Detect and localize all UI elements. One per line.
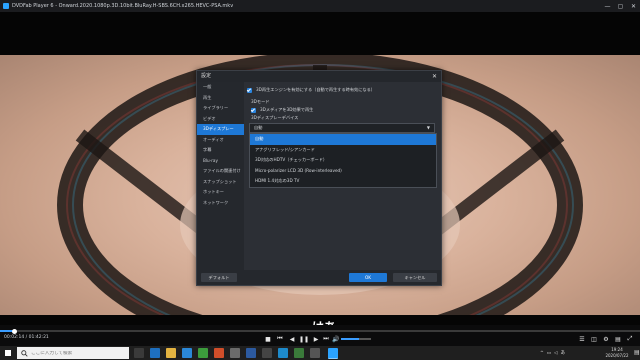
settings-icon[interactable]: ⚙: [602, 335, 610, 343]
play-3d-label: 3Dメディアを3D効果で再生: [260, 107, 314, 112]
sidebar-item-library[interactable]: ライブラリー: [197, 103, 244, 114]
clock-date: 2020/07/22: [605, 352, 629, 358]
edge-icon[interactable]: [150, 348, 160, 358]
cancel-button[interactable]: キャンセル: [393, 273, 437, 282]
maximize-button[interactable]: ▢: [614, 0, 627, 12]
forward-icon[interactable]: ▶: [312, 335, 320, 343]
menu-icon[interactable]: ☰: [578, 335, 586, 343]
app-icon[interactable]: [246, 348, 256, 358]
rewind-icon[interactable]: ◀: [288, 335, 296, 343]
default-button[interactable]: デフォルト: [201, 273, 237, 282]
device-label: 3Dディスプレーデバイス: [251, 115, 299, 120]
pause-icon[interactable]: ❚❚: [299, 335, 309, 343]
dialog-close-icon[interactable]: ✕: [432, 71, 437, 82]
device-option[interactable]: Micro-polarizer LCD 3D (Row-interleaved): [250, 166, 436, 177]
windows-icon: [5, 350, 11, 356]
previous-icon[interactable]: ⏮: [276, 335, 284, 343]
device-option[interactable]: 自動: [250, 134, 436, 145]
fullscreen-icon[interactable]: ⤢: [626, 335, 634, 343]
settings-dialog: 設定 ✕ 一般 再生 ライブラリー ビデオ 3Dディスプレー オーディオ 字幕 …: [196, 70, 442, 286]
title-bar: DVDFab Player 6 - Onward.2020.1080p.3D.1…: [0, 0, 640, 12]
clock[interactable]: 19:24 2020/07/22: [600, 347, 634, 358]
device-select-value: 自動: [254, 125, 263, 130]
device-option[interactable]: HDMI 1.4対応の3D TV: [250, 176, 436, 187]
dvdfab-player-taskbar-icon[interactable]: [328, 348, 338, 359]
dialog-title: 設定: [201, 73, 212, 79]
next-icon[interactable]: ⏭: [322, 335, 330, 343]
dialog-title-bar: 設定 ✕: [197, 71, 441, 82]
enable-3d-engine-checkbox[interactable]: [247, 87, 252, 93]
play-3d-checkbox[interactable]: [251, 107, 256, 113]
chevron-up-icon[interactable]: ^: [540, 351, 544, 356]
app-logo-icon: [3, 3, 9, 9]
task-view-icon[interactable]: [134, 348, 144, 358]
sidebar-item-snapshot[interactable]: スナップショット: [197, 177, 244, 188]
section-3d-mode: 3Dモード: [251, 99, 270, 104]
subtitle-icon[interactable]: ▤: [614, 335, 622, 343]
seek-bar[interactable]: [0, 330, 640, 332]
time-readout: 00:02:14 / 01:42:21: [4, 335, 49, 340]
search-input[interactable]: [31, 350, 121, 356]
taskbar-search[interactable]: [17, 347, 129, 359]
sidebar-item-general[interactable]: 一般: [197, 82, 244, 93]
app-icon[interactable]: [310, 348, 320, 358]
file-explorer-icon[interactable]: [166, 348, 176, 358]
sidebar-item-file-association[interactable]: ファイルの関連付け: [197, 166, 244, 177]
dialog-footer: デフォルト OK キャンセル: [197, 270, 441, 285]
network-icon[interactable]: ▭: [547, 351, 551, 356]
3d-icon[interactable]: ◫: [590, 335, 598, 343]
sidebar-item-network[interactable]: ネットワーク: [197, 198, 244, 209]
app-icon[interactable]: [214, 348, 224, 358]
speaker-icon[interactable]: ◁: [554, 351, 557, 356]
window-title: DVDFab Player 6 - Onward.2020.1080p.3D.1…: [12, 3, 234, 9]
app-icon[interactable]: [198, 348, 208, 358]
device-option[interactable]: 3D対応のHDTV（チェッカーボード）: [250, 155, 436, 166]
play-3d-row[interactable]: 3Dメディアを3D効果で再生: [251, 107, 313, 113]
enable-3d-engine-label: 3D再生エンジンを有効にする（自動で再生する時有効になる）: [256, 87, 375, 92]
store-icon[interactable]: [182, 348, 192, 358]
sidebar-item-bluray[interactable]: Blu-ray: [197, 156, 244, 167]
volume-level: [341, 338, 359, 340]
seek-handle[interactable]: [11, 328, 17, 334]
stop-icon[interactable]: ■: [264, 335, 272, 343]
sidebar-item-playback[interactable]: 再生: [197, 93, 244, 104]
video-area[interactable]: 設定 ✕ 一般 再生 ライブラリー ビデオ 3Dディスプレー オーディオ 字幕 …: [0, 12, 640, 332]
ok-button[interactable]: OK: [349, 273, 387, 282]
close-button[interactable]: ✕: [627, 0, 640, 12]
minimize-button[interactable]: —: [601, 0, 614, 12]
enable-3d-engine-row[interactable]: 3D再生エンジンを有効にする（自動で再生する時有効になる）: [247, 87, 375, 93]
taskbar: ^ ▭ ◁ あ 19:24 2020/07/22 ▤: [0, 346, 640, 360]
settings-sidebar: 一般 再生 ライブラリー ビデオ 3Dディスプレー オーディオ 字幕 Blu-r…: [197, 82, 244, 270]
chevron-down-icon: ▼: [426, 125, 430, 130]
device-options-list: 自動 アナグリフレッド/シアンカード 3D対応のHDTV（チェッカーボード） M…: [249, 133, 437, 188]
search-icon: [21, 349, 28, 357]
settings-content: 3D再生エンジンを有効にする（自動で再生する時有効になる） 3Dモード 3Dメデ…: [247, 85, 437, 265]
system-tray: ^ ▭ ◁ あ: [540, 346, 565, 360]
app-icon[interactable]: [294, 348, 304, 358]
notification-icon[interactable]: ▤: [634, 349, 640, 356]
ime-indicator[interactable]: あ: [561, 350, 566, 356]
start-button[interactable]: [0, 346, 16, 360]
device-option[interactable]: アナグリフレッド/シアンカード: [250, 145, 436, 156]
sidebar-item-hotkeys[interactable]: ホットキー: [197, 187, 244, 198]
app-icon[interactable]: [230, 348, 240, 358]
volume-icon[interactable]: 🔊: [332, 335, 340, 343]
sidebar-item-subtitles[interactable]: 字幕: [197, 145, 244, 156]
device-select[interactable]: 自動 ▼: [249, 123, 435, 133]
sidebar-item-audio[interactable]: オーディオ: [197, 135, 244, 146]
app-icon[interactable]: [278, 348, 288, 358]
sidebar-item-3d-display[interactable]: 3Dディスプレー: [197, 124, 244, 135]
app-icon[interactable]: [262, 348, 272, 358]
player-control-bar: 00:02:14 / 01:42:21 ■ ⏮ ◀ ❚❚ ▶ ⏭ 🔊 ☰ ◫ ⚙…: [0, 325, 640, 346]
sidebar-item-video[interactable]: ビデオ: [197, 114, 244, 125]
